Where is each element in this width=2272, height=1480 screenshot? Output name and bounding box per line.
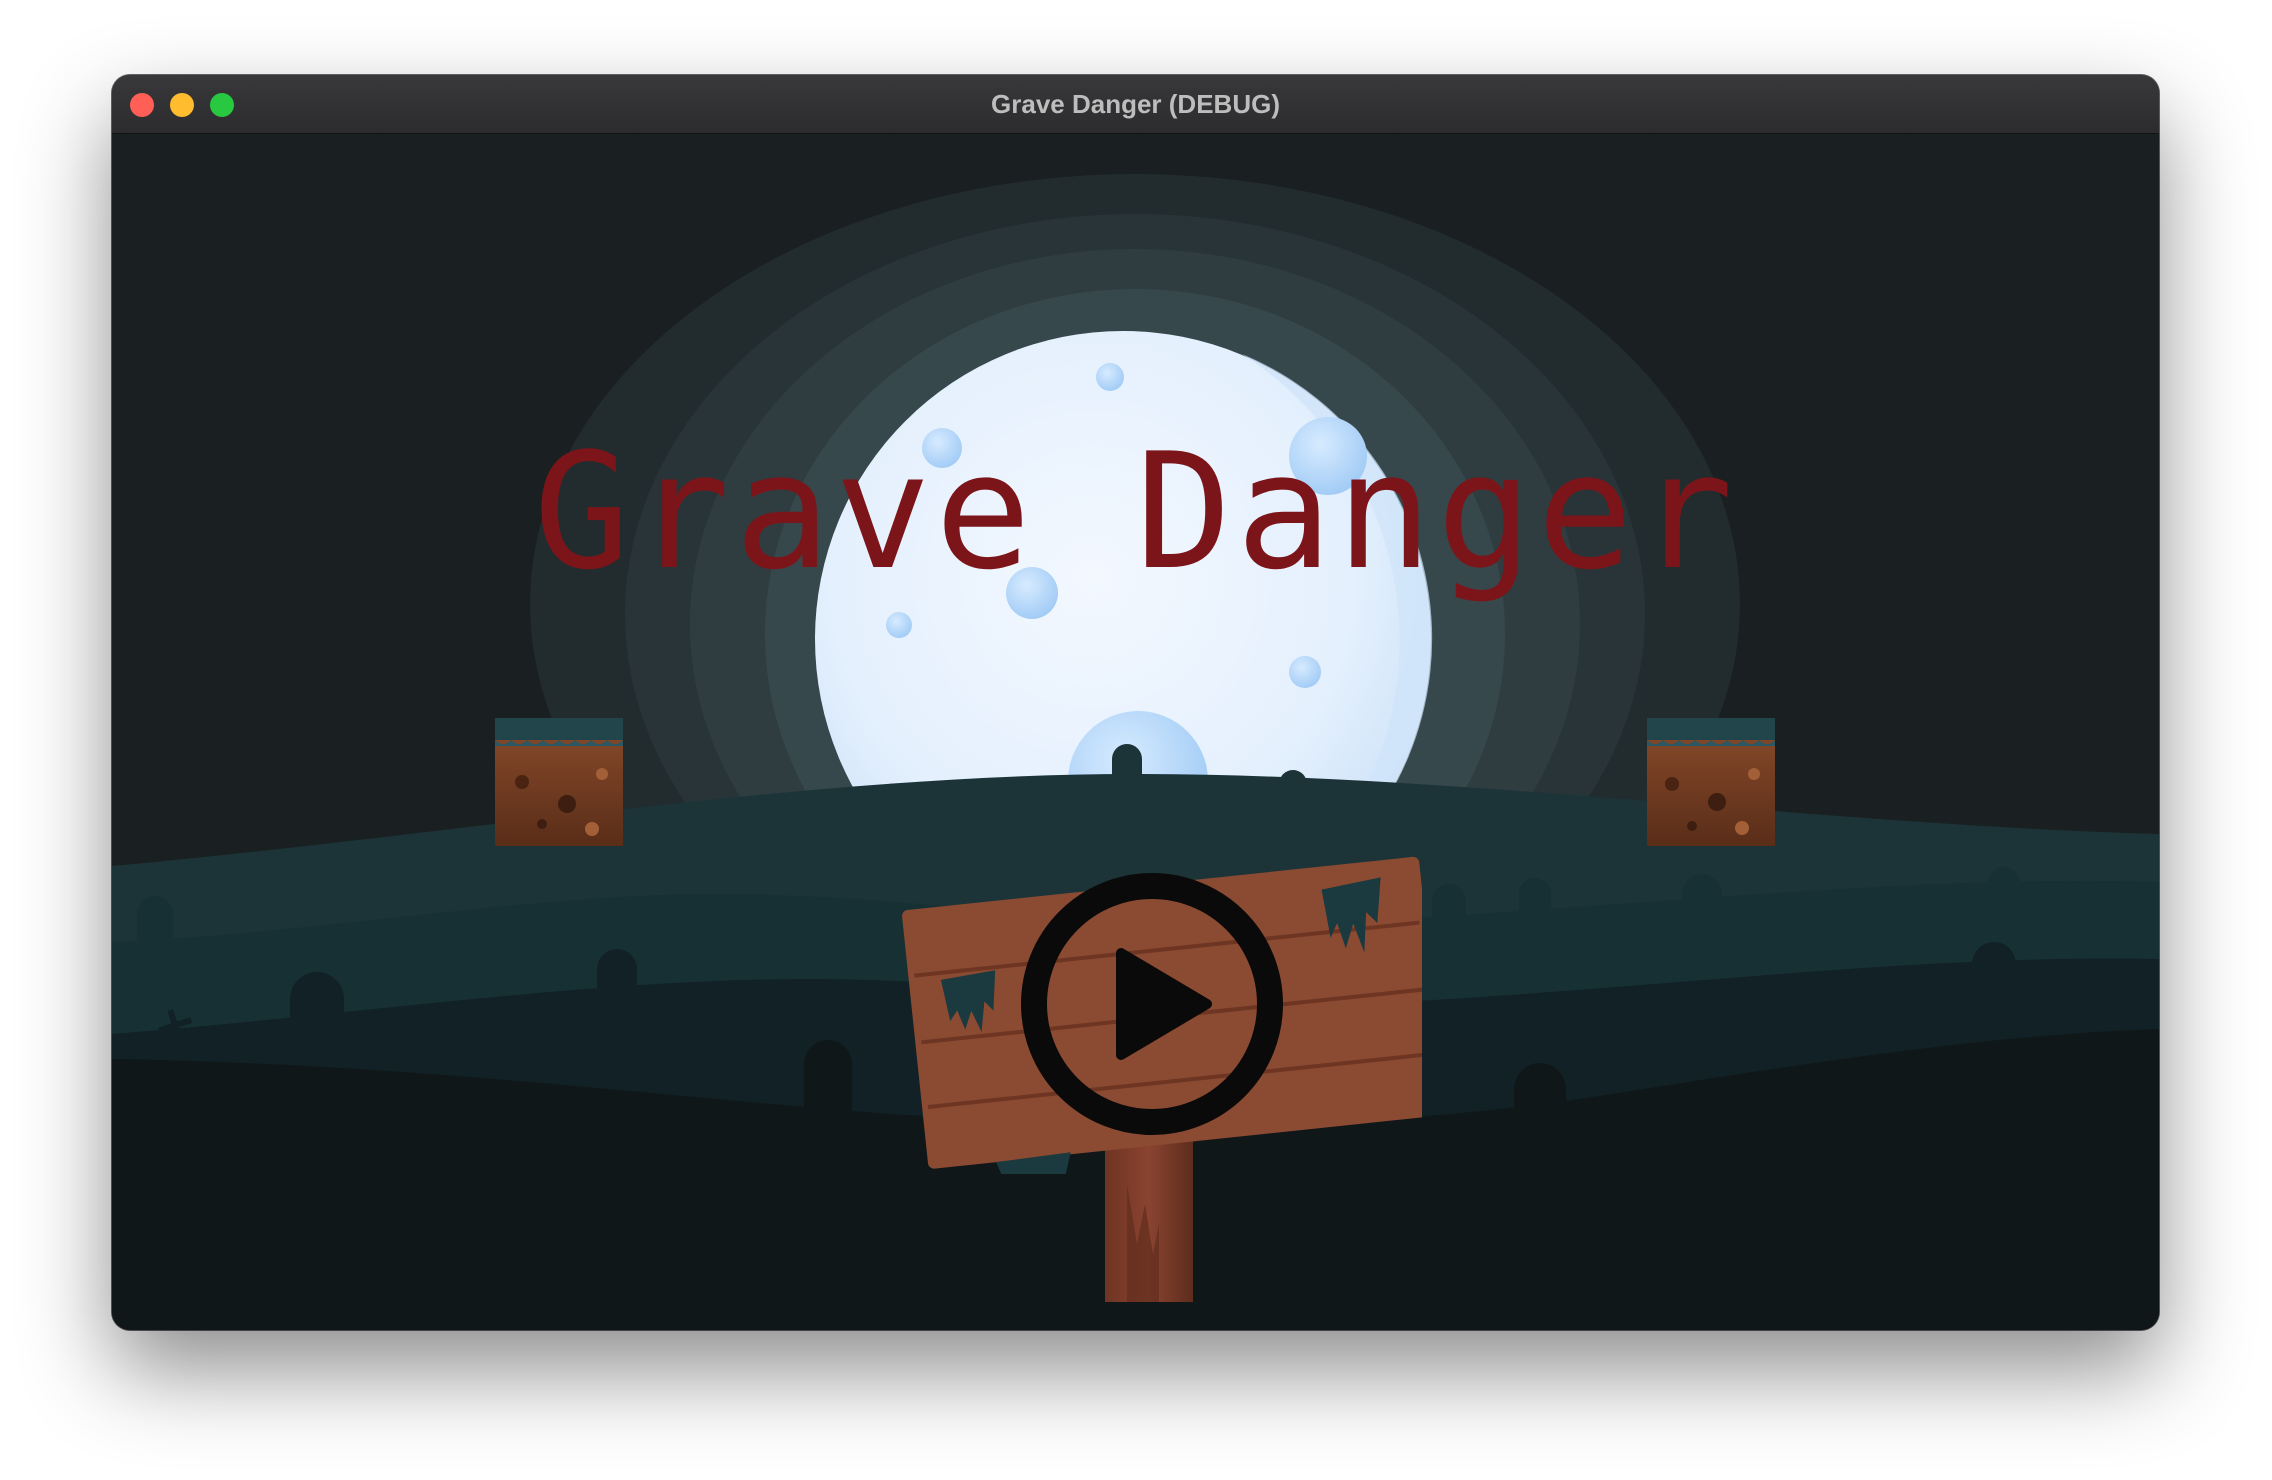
dirt-block-left [495,718,623,846]
game-title: Grave Danger [533,418,1738,605]
title-bar[interactable]: Grave Danger (DEBUG) [112,75,2159,134]
game-scene: Grave Danger [112,134,2159,1330]
play-icon[interactable] [1017,869,1287,1139]
game-window: Grave Danger (DEBUG) Grave Danger [112,75,2159,1330]
crater [1096,363,1124,391]
crater [886,612,912,638]
dirt-block-right [1647,718,1775,846]
crater [1289,656,1321,688]
window-title: Grave Danger (DEBUG) [991,89,1280,119]
